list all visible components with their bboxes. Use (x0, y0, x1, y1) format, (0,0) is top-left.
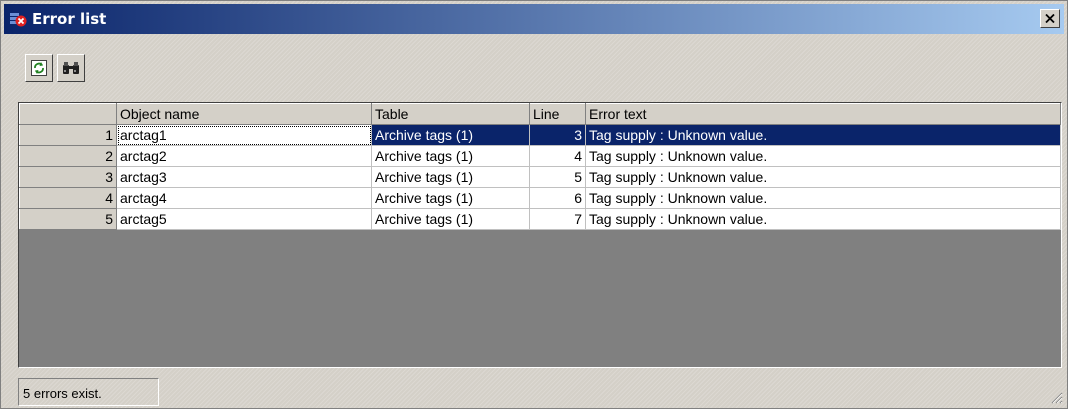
cell-table[interactable]: Archive tags (1) (371, 208, 530, 230)
table-row[interactable]: 3 arctag3 Archive tags (1) 5 Tag supply … (19, 166, 1061, 188)
cell-line[interactable]: 6 (529, 187, 586, 209)
error-grid[interactable]: Object name Table Line Error text 1 arct… (18, 102, 1062, 368)
binoculars-icon (63, 62, 79, 74)
row-number[interactable]: 4 (19, 187, 117, 209)
cell-object-name[interactable]: arctag4 (116, 187, 372, 209)
col-header-table[interactable]: Table (371, 103, 530, 125)
corner-header[interactable] (19, 103, 117, 125)
cell-object-name[interactable]: arctag3 (116, 166, 372, 188)
header-row: Object name Table Line Error text (19, 103, 1061, 125)
table-row[interactable]: 1 arctag1 Archive tags (1) 3 Tag supply … (19, 124, 1061, 146)
cell-error-text[interactable]: Tag supply : Unknown value. (585, 208, 1061, 230)
find-button[interactable] (57, 54, 85, 82)
cell-table[interactable]: Archive tags (1) (371, 166, 530, 188)
error-list-icon (10, 11, 27, 27)
cell-object-name[interactable]: arctag2 (116, 145, 372, 167)
table-row[interactable]: 5 arctag5 Archive tags (1) 7 Tag supply … (19, 208, 1061, 230)
cell-line[interactable]: 7 (529, 208, 586, 230)
cell-object-name[interactable]: arctag1 (116, 124, 372, 146)
row-number[interactable]: 5 (19, 208, 117, 230)
table-row[interactable]: 4 arctag4 Archive tags (1) 6 Tag supply … (19, 187, 1061, 209)
cell-table[interactable]: Archive tags (1) (371, 187, 530, 209)
close-button[interactable] (1040, 9, 1060, 28)
cell-error-text[interactable]: Tag supply : Unknown value. (585, 187, 1061, 209)
cell-object-name[interactable]: arctag5 (116, 208, 372, 230)
error-list-window: Error list Object name Table Line Error … (0, 0, 1068, 409)
close-icon (1045, 14, 1055, 23)
cell-line[interactable]: 4 (529, 145, 586, 167)
cell-table[interactable]: Archive tags (1) (371, 124, 530, 146)
col-header-object-name[interactable]: Object name (116, 103, 372, 125)
title-bar[interactable]: Error list (4, 4, 1064, 34)
window-title: Error list (32, 10, 107, 28)
col-header-error-text[interactable]: Error text (585, 103, 1061, 125)
cell-error-text[interactable]: Tag supply : Unknown value. (585, 166, 1061, 188)
cell-table[interactable]: Archive tags (1) (371, 145, 530, 167)
status-bar: 5 errors exist. (18, 378, 159, 406)
row-number[interactable]: 1 (19, 124, 117, 146)
resize-grip-icon[interactable] (1049, 390, 1063, 404)
row-number[interactable]: 2 (19, 145, 117, 167)
table-row[interactable]: 2 arctag2 Archive tags (1) 4 Tag supply … (19, 145, 1061, 167)
cell-error-text[interactable]: Tag supply : Unknown value. (585, 145, 1061, 167)
cell-line[interactable]: 3 (529, 124, 586, 146)
cell-line[interactable]: 5 (529, 166, 586, 188)
row-number[interactable]: 3 (19, 166, 117, 188)
refresh-button[interactable] (25, 54, 53, 82)
cell-error-text[interactable]: Tag supply : Unknown value. (585, 124, 1061, 146)
col-header-line[interactable]: Line (529, 103, 586, 125)
refresh-icon (31, 60, 47, 76)
